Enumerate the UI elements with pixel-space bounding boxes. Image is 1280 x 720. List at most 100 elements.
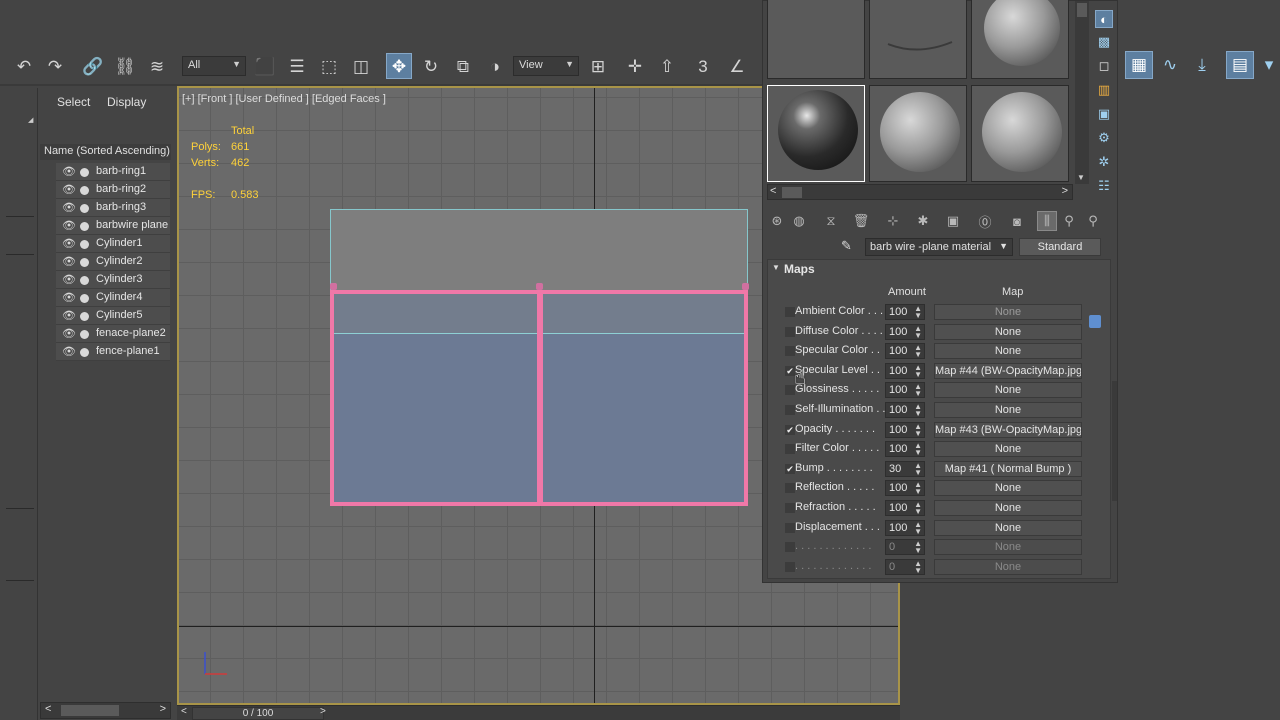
post-cap-object[interactable] [742, 283, 749, 290]
scale-icon[interactable]: ⧉ [450, 53, 476, 79]
delete-icon[interactable]: 🗑 [851, 211, 871, 231]
eye-icon[interactable]: 👁 [62, 183, 76, 196]
chevron-down-icon[interactable]: ▼ [999, 241, 1008, 251]
map-slot-button[interactable]: None [934, 343, 1082, 360]
chevron-right-icon[interactable]: > [160, 703, 166, 715]
map-amount-spinner[interactable]: 100 ▲ ▼ [885, 500, 925, 516]
spinner-arrows-icon[interactable]: ▲ ▼ [914, 344, 922, 359]
list-item[interactable]: 👁 Cylinder1 [56, 235, 170, 253]
map-amount-spinner[interactable]: 100 ▲ ▼ [885, 323, 925, 340]
map-enable-checkbox[interactable] [785, 346, 795, 357]
chevron-down-icon[interactable]: ▾ [1258, 51, 1280, 79]
material-slot[interactable] [971, 0, 1069, 79]
material-slot[interactable] [767, 0, 865, 79]
make-unique-icon[interactable]: ⊹ [883, 211, 903, 231]
map-slot-button[interactable]: None [934, 304, 1082, 320]
map-amount-spinner[interactable]: 100 ▲ ▼ [885, 382, 925, 399]
options-icon[interactable]: ✲ [1095, 153, 1113, 171]
map-enable-checkbox[interactable]: ✔ [785, 463, 795, 474]
post-cap-object[interactable] [330, 283, 337, 290]
chevron-right-icon[interactable]: > [1062, 185, 1068, 197]
material-type-button[interactable]: Standard [1019, 238, 1101, 256]
spinner-arrows-icon[interactable]: ▲ ▼ [914, 305, 922, 320]
expand-arrow-icon[interactable]: ◢ [28, 116, 33, 124]
spinner-arrows-icon[interactable]: ▲ ▼ [914, 540, 922, 555]
map-amount-spinner[interactable]: 100 ▲ ▼ [885, 304, 925, 320]
eye-icon[interactable]: 👁 [62, 327, 76, 340]
map-slot-button[interactable]: None [934, 500, 1082, 516]
visibility-dot-icon[interactable] [80, 204, 89, 213]
scrollbar-thumb[interactable] [782, 187, 802, 198]
dope-sheet-icon[interactable]: ⤓ [1188, 51, 1216, 79]
scrollbar-thumb[interactable] [1077, 3, 1087, 17]
maps-title[interactable]: Maps [784, 262, 815, 276]
visibility-dot-icon[interactable] [80, 168, 89, 177]
map-amount-spinner[interactable]: 100 ▲ ▼ [885, 402, 925, 418]
curve-editor-icon[interactable]: ∿ [1156, 51, 1184, 79]
render-setup-icon[interactable]: ▤ [1226, 51, 1254, 79]
map-enable-checkbox[interactable] [785, 307, 795, 317]
spinner-arrows-icon[interactable]: ▲ ▼ [914, 481, 922, 496]
material-slot-selected[interactable] [767, 85, 865, 182]
chevron-left-icon[interactable]: < [770, 185, 776, 197]
rotate-icon[interactable]: ↻ [418, 53, 444, 79]
spinner-arrows-icon[interactable]: ▲ ▼ [914, 403, 922, 418]
show-end-result-icon[interactable]: ◙ [1007, 211, 1027, 231]
map-slot-button[interactable]: None [934, 480, 1082, 497]
spinner-arrows-icon[interactable]: ▲ ▼ [914, 363, 922, 378]
map-enable-checkbox[interactable] [785, 503, 795, 513]
map-enable-checkbox[interactable] [785, 542, 795, 553]
visibility-dot-icon[interactable] [80, 186, 89, 195]
slots-vertical-scrollbar[interactable]: ▼ [1075, 1, 1089, 184]
spinner-arrows-icon[interactable]: ▲ ▼ [914, 383, 922, 398]
spinner-arrows-icon[interactable]: ▲ ▼ [914, 501, 922, 516]
list-item[interactable]: 👁 barb-ring2 [56, 181, 170, 199]
map-slot-button[interactable]: None [934, 441, 1082, 458]
map-enable-checkbox[interactable]: ✔ [785, 424, 795, 435]
spinner-arrows-icon[interactable]: ▲ ▼ [914, 324, 922, 339]
visibility-dot-icon[interactable] [80, 294, 89, 303]
bind-spacewarp-icon[interactable]: ≋ [144, 53, 170, 79]
map-enable-checkbox[interactable] [785, 405, 795, 415]
backlight-icon[interactable]: ▩ [1095, 33, 1113, 51]
eyedropper-icon[interactable]: ✎ [841, 238, 859, 256]
spinner-arrows-icon[interactable]: ▲ ▼ [914, 422, 922, 437]
maps-scrollbar[interactable] [1112, 381, 1117, 501]
visibility-dot-icon[interactable] [80, 276, 89, 285]
map-slot-button[interactable]: None [934, 382, 1082, 399]
spinner-arrows-icon[interactable]: ▲ ▼ [914, 520, 922, 535]
redo-icon[interactable]: ↷ [42, 53, 68, 79]
map-slot-button[interactable]: None [934, 402, 1082, 418]
eye-icon[interactable]: 👁 [62, 309, 76, 322]
material-slot[interactable] [971, 85, 1069, 182]
map-slot-button[interactable]: None [934, 323, 1082, 340]
visibility-dot-icon[interactable] [80, 222, 89, 231]
material-name-field[interactable]: barb wire -plane material ▼ [865, 238, 1013, 256]
video-color-check-icon[interactable]: ▣ [1095, 105, 1113, 123]
eye-icon[interactable]: 👁 [62, 165, 76, 178]
eye-icon[interactable]: 👁 [62, 273, 76, 286]
chevron-down-icon[interactable]: ▼ [1077, 173, 1085, 182]
map-enable-checkbox[interactable] [785, 326, 795, 337]
list-item[interactable]: 👁 fence-plane1 [56, 343, 170, 361]
spinner-arrows-icon[interactable]: ▲ ▼ [914, 461, 922, 476]
time-slider[interactable]: < 0 / 100 > [177, 705, 900, 720]
chevron-right-icon[interactable]: > [320, 706, 326, 717]
eye-icon[interactable]: 👁 [62, 201, 76, 214]
visibility-dot-icon[interactable] [80, 348, 89, 357]
cylinder-post-object[interactable] [537, 290, 543, 506]
keyboard-shortcut-icon[interactable]: ⇧ [654, 53, 680, 79]
map-enable-checkbox[interactable] [785, 522, 795, 533]
barbwire-plane-object[interactable] [330, 209, 748, 293]
list-item[interactable]: 👁 Cylinder2 [56, 253, 170, 271]
map-slot-button[interactable]: Map #43 (BW-OpacityMap.jpg) [934, 421, 1082, 438]
list-item[interactable]: 👁 Cylinder5 [56, 307, 170, 325]
eye-icon[interactable]: 👁 [62, 255, 76, 268]
map-slot-button[interactable]: None [934, 558, 1082, 575]
material-id-icon[interactable]: ▣ [943, 211, 963, 231]
select-manipulate-icon[interactable]: ✛ [622, 53, 648, 79]
material-slot[interactable] [869, 85, 967, 182]
assign-to-selection-icon[interactable]: ⧖ [821, 211, 841, 231]
map-amount-spinner[interactable]: 0 ▲ ▼ [885, 539, 925, 556]
select-object-icon[interactable]: ⬛ [252, 53, 278, 79]
